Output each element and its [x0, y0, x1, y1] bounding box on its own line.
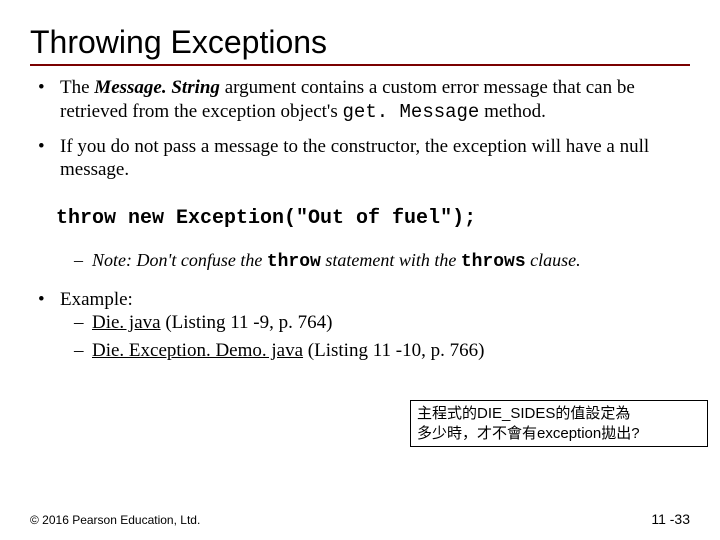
ex2-rest: (Listing 11 -10, p. 766): [303, 340, 484, 361]
example-label: Example:: [60, 289, 133, 310]
callout-l2c: 拋出?: [601, 425, 639, 442]
b1-em: Message. String: [94, 77, 220, 98]
link-die-exception-demo[interactable]: Die. Exception. Demo. java: [92, 340, 303, 361]
b1-code: get. Message: [343, 101, 480, 123]
title-rule: [30, 64, 690, 66]
callout-box: 主程式的DIE_SIDES的值設定為 多少時，才不會有exception拋出?: [410, 400, 708, 447]
note-line: Note: Don't confuse the throw statement …: [74, 249, 690, 274]
callout-l2a: 多少時，才不會有: [417, 425, 537, 442]
bullet-list: The Message. String argument contains a …: [30, 76, 690, 192]
note-pre: Note: Don't confuse the: [92, 250, 267, 270]
example-item-2: Die. Exception. Demo. java (Listing 11 -…: [74, 339, 690, 367]
bullet-2: If you do not pass a message to the cons…: [38, 135, 690, 193]
slide: Throwing Exceptions The Message. String …: [0, 0, 720, 540]
bullet-example: Example: Die. java (Listing 11 -9, p. 76…: [38, 288, 690, 377]
copyright-footer: © 2016 Pearson Education, Ltd.: [30, 513, 200, 528]
b1-pre: The: [60, 77, 94, 98]
link-die-java[interactable]: Die. java: [92, 312, 161, 333]
example-list: Example: Die. java (Listing 11 -9, p. 76…: [30, 288, 690, 377]
code-example: throw new Exception("Out of fuel");: [56, 206, 690, 231]
example-item-1: Die. java (Listing 11 -9, p. 764): [74, 311, 690, 339]
callout-line-2: 多少時，才不會有exception拋出?: [417, 424, 701, 444]
callout-l2b: exception: [537, 425, 601, 442]
note-kw-throw: throw: [267, 252, 321, 272]
example-sublist: Die. java (Listing 11 -9, p. 764) Die. E…: [60, 311, 690, 367]
page-number: 11 -33: [651, 511, 690, 529]
b1-post: method.: [479, 101, 546, 122]
note-mid: statement with the: [321, 250, 461, 270]
page-title: Throwing Exceptions: [30, 22, 690, 62]
bullet-1: The Message. String argument contains a …: [38, 76, 690, 135]
ex1-rest: (Listing 11 -9, p. 764): [161, 312, 333, 333]
callout-line-1: 主程式的DIE_SIDES的值設定為: [417, 404, 701, 424]
note-post: clause.: [526, 250, 581, 270]
note-kw-throws: throws: [461, 252, 526, 272]
